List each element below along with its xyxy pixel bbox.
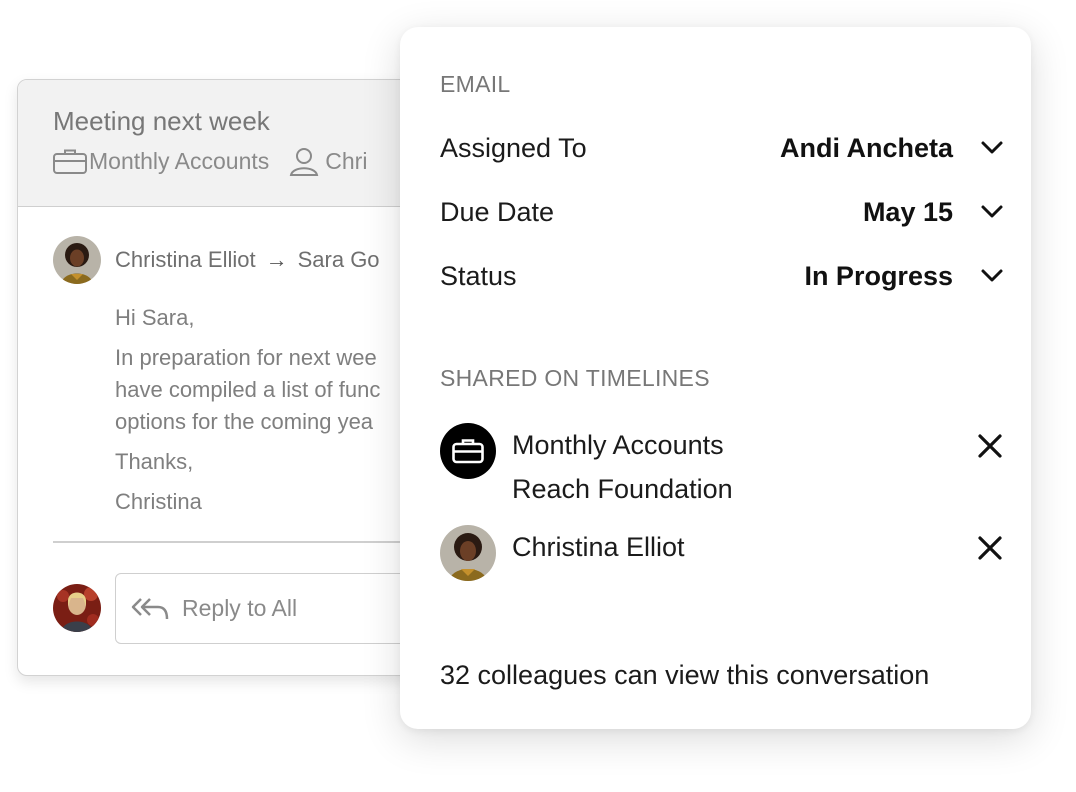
- timeline-subtitle: Reach Foundation: [512, 474, 733, 504]
- status-row[interactable]: Status In Progress: [440, 256, 1005, 296]
- email-subject: Meeting next week: [53, 106, 270, 136]
- timeline-item[interactable]: Monthly Accounts Reach Foundation: [440, 423, 1005, 511]
- arrow-right-icon: →: [265, 247, 288, 272]
- status-label: Status: [440, 260, 517, 291]
- person-icon: [289, 146, 325, 176]
- stage: Meeting next week Monthly Accounts Chri …: [0, 0, 1076, 792]
- briefcase-icon: [440, 423, 496, 479]
- avatar: [440, 525, 496, 581]
- email-meta-row: Monthly Accounts Chri: [53, 146, 367, 176]
- email-from-row: Christina Elliot → Sara Go: [53, 235, 380, 285]
- timeline-title: Christina Elliot: [512, 532, 685, 562]
- due-date-label: Due Date: [440, 196, 555, 227]
- assigned-to-row[interactable]: Assigned To Andi Ancheta: [440, 128, 1005, 168]
- chevron-down-icon[interactable]: [979, 199, 1005, 225]
- reply-placeholder: Reply to All: [182, 595, 298, 621]
- section-label-shared: SHARED ON TIMELINES: [440, 365, 710, 391]
- email-contact-name[interactable]: Chri: [325, 148, 367, 175]
- sender-name: Christina Elliot: [115, 247, 256, 272]
- reply-all-icon: [130, 594, 172, 624]
- timeline-name: Monthly Accounts Reach Foundation: [512, 423, 975, 511]
- details-panel: EMAIL Assigned To Andi Ancheta Due Date …: [400, 27, 1031, 729]
- recipient-name: Sara Go: [297, 247, 380, 272]
- chevron-down-icon[interactable]: [979, 263, 1005, 289]
- timeline-name: Christina Elliot: [512, 525, 975, 569]
- chevron-down-icon[interactable]: [979, 135, 1005, 161]
- due-date-dropdown[interactable]: May 15: [863, 197, 1005, 228]
- timeline-title: Monthly Accounts: [512, 430, 724, 460]
- close-icon[interactable]: [975, 533, 1005, 563]
- visibility-note: 32 colleagues can view this conversation: [440, 660, 930, 690]
- due-date-row[interactable]: Due Date May 15: [440, 192, 1005, 232]
- assigned-to-label: Assigned To: [440, 132, 587, 163]
- briefcase-icon: [53, 146, 89, 176]
- close-icon[interactable]: [975, 431, 1005, 461]
- status-value: In Progress: [804, 260, 953, 291]
- section-label-email: EMAIL: [440, 71, 511, 97]
- timeline-item[interactable]: Christina Elliot: [440, 525, 1005, 581]
- assigned-to-dropdown[interactable]: Andi Ancheta: [780, 133, 1005, 164]
- due-date-value: May 15: [862, 196, 953, 227]
- avatar: [53, 236, 101, 284]
- assigned-to-value: Andi Ancheta: [779, 132, 953, 163]
- email-timeline-name[interactable]: Monthly Accounts: [89, 148, 269, 175]
- status-dropdown[interactable]: In Progress: [804, 261, 1005, 292]
- avatar: [53, 584, 101, 632]
